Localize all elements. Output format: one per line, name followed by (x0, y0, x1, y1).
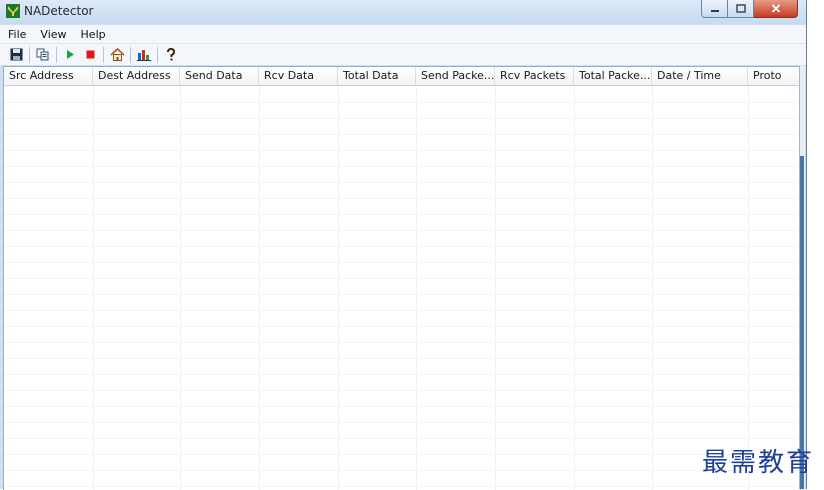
toolbar-separator (157, 46, 158, 63)
start-button[interactable] (60, 46, 80, 64)
title-bar[interactable]: NADetector (0, 0, 806, 24)
about-button[interactable] (161, 46, 181, 64)
connections-table[interactable]: Src Address Dest Address Send Data Rcv D… (3, 66, 801, 490)
caption-buttons (701, 0, 798, 18)
chart-icon (136, 50, 151, 61)
menu-bar: File View Help (0, 25, 806, 43)
column-dest-address[interactable]: Dest Address (93, 67, 180, 85)
toolbar (0, 43, 806, 65)
stop-icon (86, 50, 94, 59)
column-total-data[interactable]: Total Data (338, 67, 416, 85)
save-icon (10, 48, 22, 61)
help-icon (167, 47, 176, 60)
close-icon (771, 4, 780, 13)
column-date-time[interactable]: Date / Time (652, 67, 748, 85)
menu-help[interactable]: Help (73, 28, 112, 41)
toolbar-separator (29, 46, 30, 63)
watermark: 最需教育 (702, 448, 815, 478)
column-total-packets[interactable]: Total Packe... (574, 67, 652, 85)
column-send-data[interactable]: Send Data (180, 67, 259, 85)
table-grid-lines (4, 86, 800, 490)
toolbar-separator (130, 46, 131, 63)
home-button[interactable] (107, 46, 127, 64)
column-proto[interactable]: Proto (748, 67, 800, 85)
table-header: Src Address Dest Address Send Data Rcv D… (4, 67, 800, 86)
chart-button[interactable] (134, 46, 154, 64)
menu-file[interactable]: File (0, 28, 32, 41)
window-title: NADetector (24, 4, 94, 18)
minimize-icon (710, 9, 719, 12)
stop-button[interactable] (80, 46, 100, 64)
column-rcv-packets[interactable]: Rcv Packets (495, 67, 574, 85)
save-button[interactable] (6, 46, 26, 64)
vertical-scrollbar[interactable] (799, 66, 805, 489)
scrollbar-thumb[interactable] (800, 156, 804, 489)
column-rcv-data[interactable]: Rcv Data (259, 67, 338, 85)
toolbar-separator (103, 46, 104, 63)
copy-icon (36, 48, 49, 61)
column-send-packets[interactable]: Send Packe... (416, 67, 495, 85)
copy-button[interactable] (33, 46, 53, 64)
column-src-address[interactable]: Src Address (4, 67, 93, 85)
maximize-button[interactable] (728, 0, 754, 18)
app-icon (6, 4, 20, 18)
minimize-button[interactable] (701, 0, 728, 18)
play-icon (67, 50, 74, 59)
toolbar-separator (56, 46, 57, 63)
menu-view[interactable]: View (32, 28, 72, 41)
app-window: NADetector File View Help Src Address De… (0, 0, 807, 490)
home-icon (109, 48, 125, 61)
maximize-icon (735, 4, 746, 13)
close-button[interactable] (754, 0, 798, 18)
